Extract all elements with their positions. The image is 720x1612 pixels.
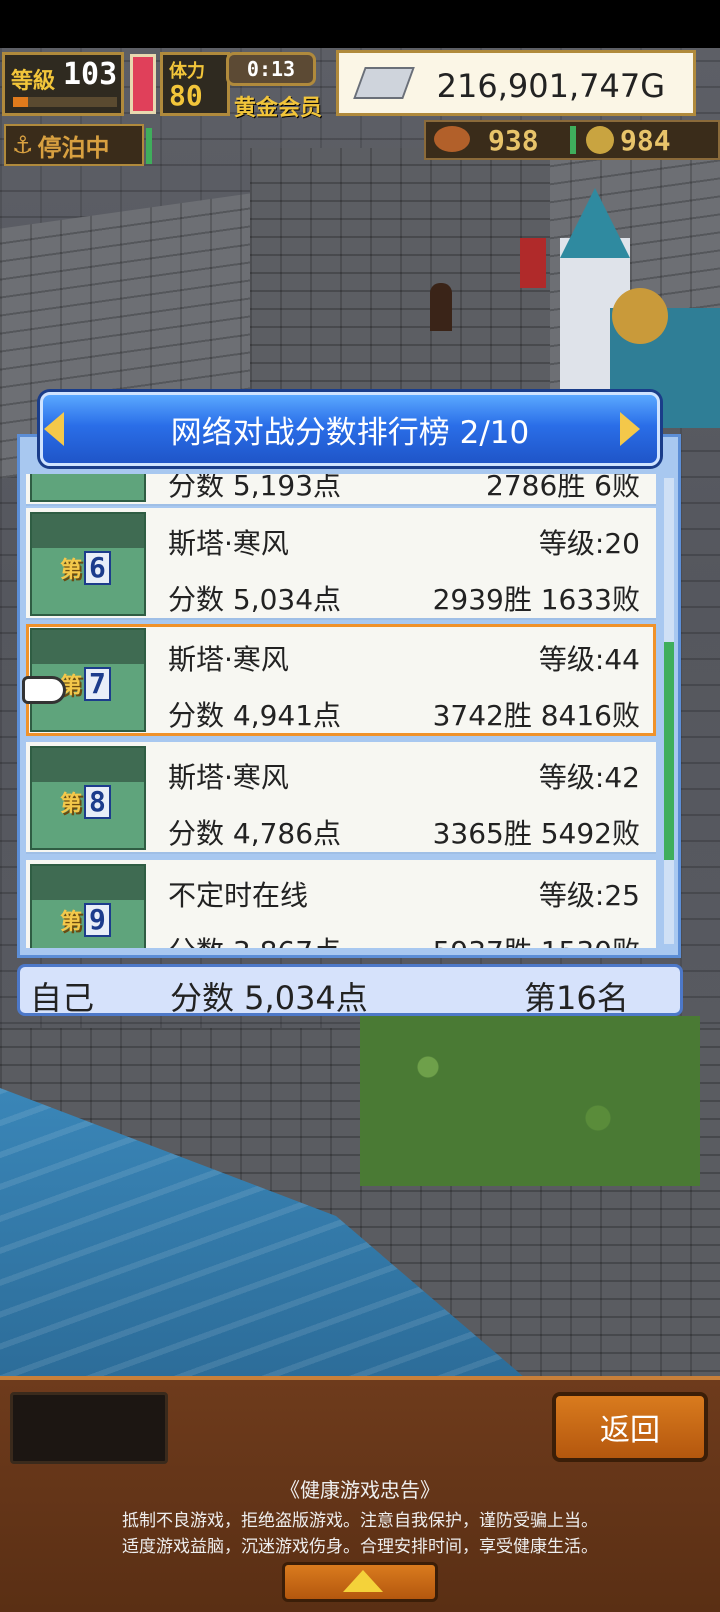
self-score: 分数 5,034点 [170, 979, 368, 1017]
resource-divider [570, 126, 576, 154]
gold-amount: 216,901,747G [436, 67, 665, 105]
ranking-row-8[interactable]: 第 8 斯塔·寒风 等级:42 分数 4,786点 3365胜 5492败 [26, 742, 656, 854]
level-panel: 等級 103 [2, 52, 124, 116]
gold-panel: 216,901,747G [336, 50, 696, 116]
up-arrow-icon [343, 1570, 383, 1592]
anchor-icon: ⚓ [12, 131, 34, 159]
status-text: 停泊中 [37, 133, 110, 162]
ranking-scroll-thumb[interactable] [664, 642, 674, 860]
resource-panel: 938 984 [424, 120, 720, 160]
rank-badge: 第 7 [60, 666, 111, 702]
castle-keep [250, 148, 550, 418]
rank-cell: 第 6 [30, 512, 146, 616]
rank-badge: 第 6 [60, 550, 111, 586]
rank-cell [30, 474, 146, 502]
player-record: 3742胜 8416败 [432, 699, 640, 732]
garden [360, 1016, 700, 1186]
player-name: 斯塔·寒风 [168, 643, 289, 676]
row-score: 分数 5,193点 [168, 474, 342, 502]
row-record: 2786胜 6败 [486, 474, 640, 502]
expand-menu-button[interactable] [282, 1562, 438, 1602]
notice-line-2: 适度游戏益脑，沉迷游戏伤身。合理安排时间，享受健康生活。 [122, 1537, 598, 1557]
pointing-hand-icon [22, 676, 66, 704]
player-score: 分数 4,786点 [168, 817, 342, 850]
player-record: 5937胜 1530败 [433, 930, 640, 948]
level-value: 103 [63, 57, 118, 92]
self-label: 自己 [30, 979, 95, 1017]
timer: 0:13 [226, 52, 316, 86]
player-name: 斯塔·寒风 [168, 527, 289, 560]
exp-bar [13, 97, 117, 107]
player-level: 等级:44 [538, 643, 640, 676]
bread-icon [434, 126, 470, 152]
rank-badge: 第 8 [60, 784, 111, 820]
rank-number: 6 [84, 551, 111, 585]
ranking-title-banner: 网络对战分数排行榜 2/10 [40, 392, 660, 466]
stamina-panel: 体力 80 [160, 52, 230, 116]
status-bar [0, 0, 720, 48]
rank-prefix: 第 [60, 910, 83, 935]
stamina-value: 80 [169, 79, 203, 112]
rank-cell: 第 8 [30, 746, 146, 850]
membership-label: 黄金会员 [234, 96, 323, 121]
notice-line-1: 抵制不良游戏，拒绝盗版游戏。注意自我保护，谨防受骗上当。 [122, 1511, 598, 1531]
gold-sack-icon [612, 288, 668, 344]
player-level: 等级:20 [538, 527, 640, 560]
resource-a-value: 938 [488, 124, 539, 157]
player-record: 3365胜 5492败 [432, 817, 640, 850]
ranking-row-7-selected[interactable]: 第 7 斯塔·寒风 等级:44 分数 4,941点 3742胜 8416败 [26, 624, 656, 736]
prev-page-arrow-icon[interactable] [44, 412, 64, 446]
back-button[interactable]: 返回 [552, 1392, 708, 1462]
red-banner [520, 238, 546, 288]
player-level: 等级:42 [538, 761, 640, 794]
rank-number: 7 [84, 667, 111, 701]
rank-badge: 第 9 [60, 902, 111, 938]
player-score: 分数 3,867点 [168, 930, 341, 948]
player-name: 不定时在线 [168, 879, 309, 912]
status-indicator [146, 128, 152, 164]
castle-window [430, 283, 452, 331]
rank-cell: 第 9 [30, 864, 146, 948]
ranking-row-partial[interactable]: 分数 5,193点 2786胜 6败 [26, 474, 656, 506]
tower-roof [560, 188, 630, 258]
ranking-title: 网络对战分数排行榜 2/10 [170, 414, 530, 451]
resource-b-value: 984 [620, 124, 671, 157]
rank-number: 9 [84, 903, 111, 937]
player-score: 分数 5,034点 [168, 583, 342, 616]
ranking-list[interactable]: 分数 5,193点 2786胜 6败 第 6 斯塔·寒风 等级:20 分数 5,… [26, 474, 658, 948]
rank-prefix: 第 [60, 558, 83, 583]
rank-number: 8 [84, 785, 111, 819]
self-rank-bar: 自己 分数 5,034点 第16名 [17, 964, 683, 1017]
stamina-gauge [130, 54, 156, 114]
ranking-row-9[interactable]: 第 9 不定时在线 等级:25 分数 3,867点 5937胜 1530败 [26, 860, 656, 948]
player-name: 斯塔·寒风 [168, 761, 289, 794]
silver-ingot-icon [353, 67, 415, 99]
next-page-arrow-icon[interactable] [620, 412, 640, 446]
timer-text: 0:13 [246, 57, 296, 81]
level-label: 等級 [11, 69, 56, 94]
anchor-status[interactable]: ⚓ 停泊中 [4, 124, 144, 166]
coin-icon [586, 126, 614, 154]
player-level: 等级:25 [538, 879, 640, 912]
ranking-row-6[interactable]: 第 6 斯塔·寒风 等级:20 分数 5,034点 2939胜 1633败 [26, 508, 656, 620]
player-score: 分数 4,941点 [168, 699, 342, 732]
bottom-left-slot [10, 1392, 168, 1464]
player-record: 2939胜 1633败 [432, 583, 640, 616]
self-rank: 第16名 [524, 979, 629, 1017]
notice-title: 《健康游戏忠告》 [280, 1478, 440, 1502]
rank-prefix: 第 [60, 792, 83, 817]
